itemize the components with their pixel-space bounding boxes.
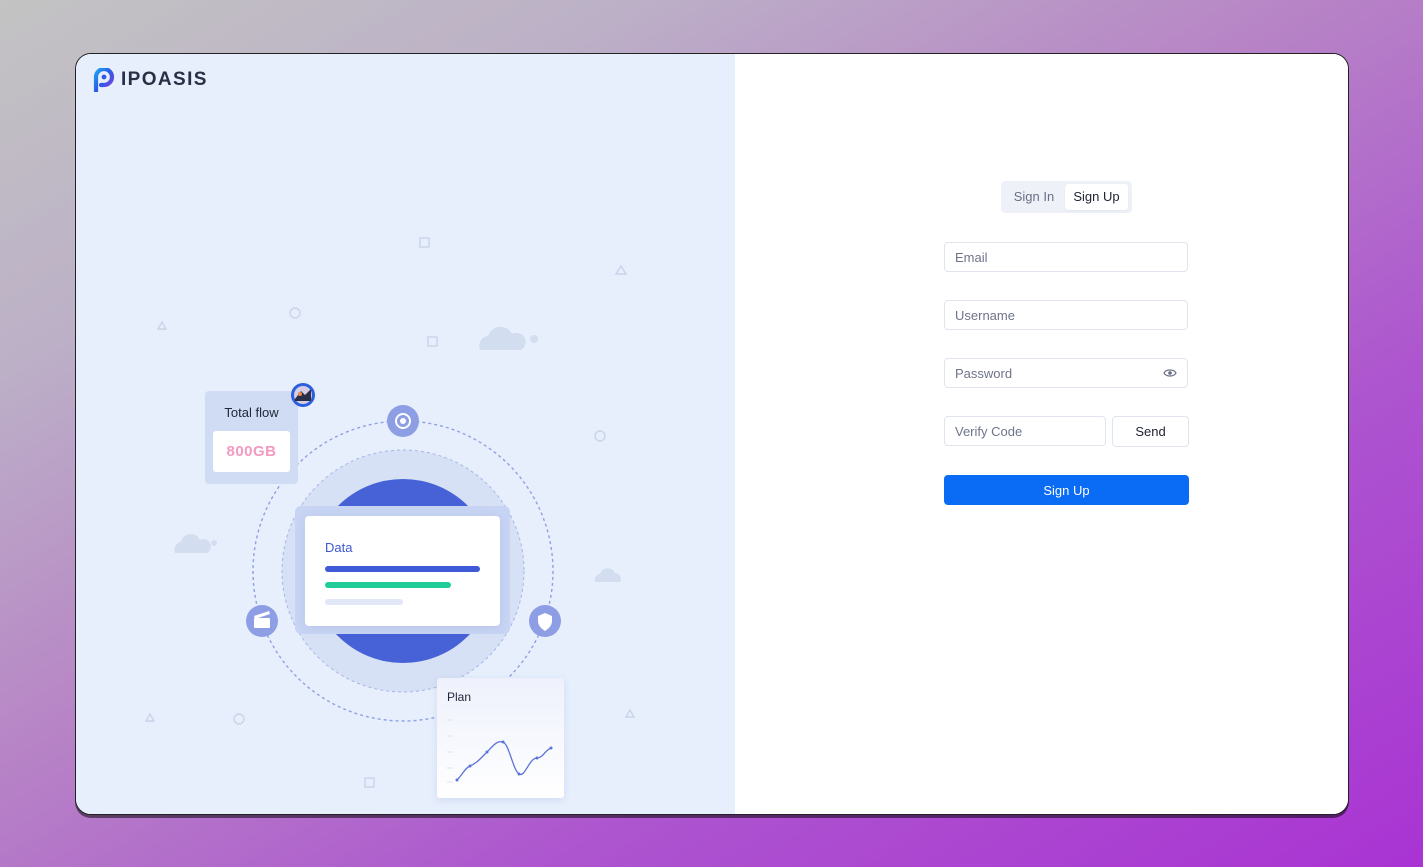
- sign-up-button[interactable]: Sign Up: [944, 475, 1189, 505]
- password-field: [944, 358, 1188, 388]
- plan-card: Plan: [437, 678, 564, 798]
- app-window: IPOASIS Total flow 800GB Data Plan Sign …: [75, 53, 1349, 815]
- tab-sign-up[interactable]: Sign Up: [1065, 184, 1128, 210]
- plan-line: [456, 740, 552, 781]
- data-card: Data: [305, 516, 500, 626]
- send-code-button[interactable]: Send: [1112, 416, 1189, 447]
- auth-panel: Sign In Sign Up Send Sign Up: [735, 54, 1348, 814]
- avatar-icon: [291, 383, 315, 407]
- plan-chart-ticks: [447, 719, 453, 783]
- total-flow-value: 800GB: [213, 431, 290, 472]
- target-icon: [387, 405, 419, 437]
- eye-icon[interactable]: [1163, 367, 1177, 379]
- plan-line-chart: [447, 719, 553, 783]
- shield-icon: [529, 605, 561, 637]
- data-bar-primary: [325, 566, 480, 572]
- verify-code-input[interactable]: [945, 417, 1105, 445]
- data-bar-tertiary: [325, 599, 403, 605]
- auth-tabs: Sign In Sign Up: [1001, 181, 1132, 213]
- password-input[interactable]: [945, 359, 1187, 387]
- tab-sign-in[interactable]: Sign In: [1005, 184, 1063, 210]
- total-flow-label: Total flow: [224, 405, 279, 420]
- illustration-panel: IPOASIS Total flow 800GB Data Plan: [76, 54, 735, 814]
- verify-code-field: [944, 416, 1106, 446]
- clapperboard-icon: [246, 605, 278, 637]
- username-field: [944, 300, 1188, 330]
- total-flow-card: Total flow 800GB: [205, 391, 298, 484]
- email-input[interactable]: [945, 243, 1187, 271]
- plan-points: [455, 740, 553, 782]
- data-bar-secondary: [325, 582, 451, 588]
- email-field: [944, 242, 1188, 272]
- illustration-graphic: [144, 237, 636, 788]
- data-card-title: Data: [325, 540, 353, 555]
- username-input[interactable]: [945, 301, 1187, 329]
